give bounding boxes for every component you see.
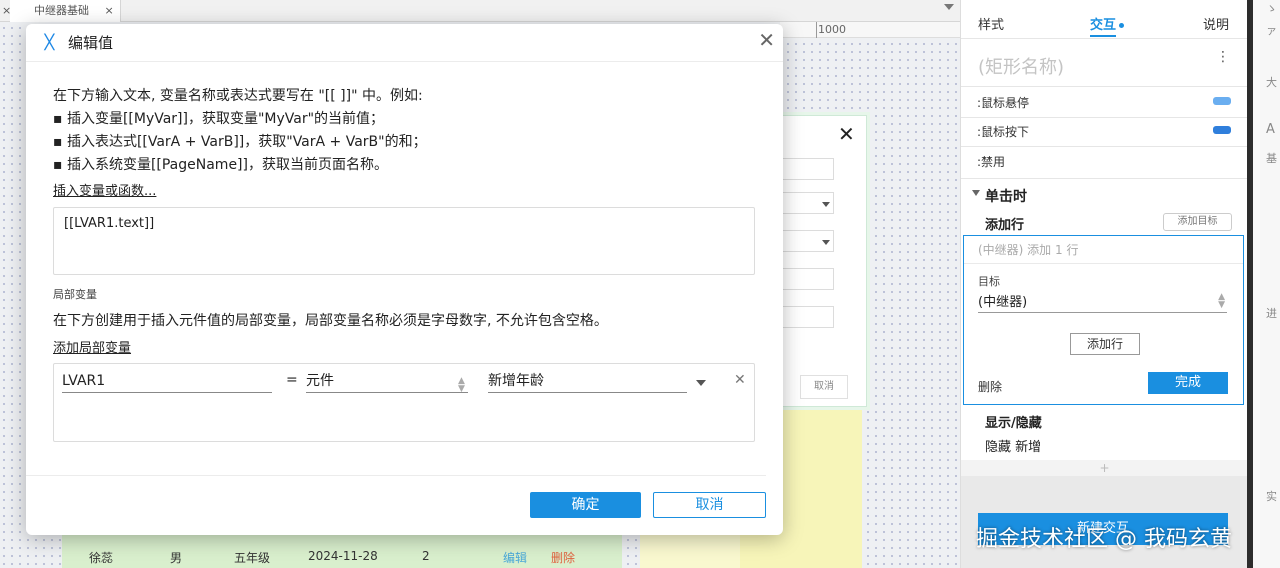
divider xyxy=(26,475,766,476)
action-show-hide[interactable]: 显示/隐藏 xyxy=(985,412,1042,431)
row-edit-link: 编辑 xyxy=(503,551,528,565)
inspector-panel: 样式 交互 说明 (矩形名称) ⋮ :鼠标悬停 :鼠标按下 :禁用 单击时 添加… xyxy=(960,0,1248,568)
var-type-select[interactable]: 元件 ▲ ▼ xyxy=(306,371,468,394)
insert-variable-link[interactable]: 插入变量或函数... xyxy=(53,180,156,199)
value-textarea[interactable]: [[LVAR1.text]] xyxy=(53,207,755,275)
horizontal-ruler: 1000 xyxy=(780,22,960,38)
add-target-button[interactable]: 添加目标 xyxy=(1163,213,1232,231)
add-row-button[interactable]: 添加行 xyxy=(1070,333,1140,355)
watermark: 掘金技术社区 @ 我码玄黄 xyxy=(976,527,1232,552)
ok-button[interactable]: 确定 xyxy=(530,492,641,518)
tab-overflow-chevron-icon[interactable] xyxy=(944,4,954,10)
row-date: 2024-11-28 xyxy=(308,549,378,563)
divider xyxy=(961,178,1248,179)
divider xyxy=(961,38,1248,39)
tab-interactions[interactable]: 交互 xyxy=(1090,14,1125,33)
more-options-icon[interactable]: ⋮ xyxy=(1216,50,1230,64)
state-hover-swatch xyxy=(1213,97,1231,105)
divider xyxy=(961,86,1248,87)
remove-variable-icon[interactable]: ✕ xyxy=(734,372,746,388)
divider xyxy=(961,146,1248,147)
var-target-value: 新增年龄 xyxy=(488,373,544,389)
local-vars-table: LVAR1 = 元件 ▲ ▼ 新增年龄 ✕ xyxy=(53,363,755,442)
far-right-glyph: 基 xyxy=(1266,152,1277,165)
tab-close-icon[interactable]: × xyxy=(105,4,114,17)
target-value: (中继器) xyxy=(978,295,1028,310)
equals-sign: = xyxy=(286,372,298,388)
instruction-line: ▪ 插入系统变量[[PageName]]，获取当前页面名称。 xyxy=(53,157,388,173)
active-tab-indicator xyxy=(1090,35,1116,37)
far-right-glyph: 实 xyxy=(1266,490,1277,503)
far-right-glyph: ゝ xyxy=(1266,2,1277,15)
app-logo-icon: ᚷ xyxy=(44,32,55,53)
far-right-glyph: ァ xyxy=(1266,24,1277,37)
tab-notes[interactable]: 说明 xyxy=(1203,14,1229,33)
row-grade: 五年级 xyxy=(234,551,271,565)
chevron-down-icon xyxy=(822,202,830,207)
delete-action-link[interactable]: 删除 xyxy=(978,378,1002,395)
canvas-field xyxy=(782,268,834,290)
target-select[interactable]: (中继器) ▲ ▼ xyxy=(978,291,1227,313)
ruler-mark: 1000 xyxy=(818,23,846,36)
far-right-glyph: 进 xyxy=(1266,307,1277,320)
instructions: 在下方输入文本, 变量名称或表达式要写在 "[[ ]]" 中。例如: ▪ 插入变… xyxy=(53,85,427,177)
tab-label: 中继器基础 xyxy=(34,4,89,17)
stepper-icon: ▲ ▼ xyxy=(1218,292,1225,310)
action-show-hide-detail: 隐藏 新增 xyxy=(985,440,1042,455)
local-vars-label: 局部变量 xyxy=(53,288,97,301)
action-editor: (中继器) 添加 1 行 目标 (中继器) ▲ ▼ 添加行 删除 完成 xyxy=(963,235,1244,405)
instruction-line: ▪ 插入表达式[[VarA + VarB]]，获取"VarA + VarB"的和… xyxy=(53,134,427,150)
add-action-bar[interactable]: + xyxy=(961,460,1248,476)
dialog-title: 编辑值 xyxy=(68,34,114,52)
canvas-field xyxy=(782,158,834,180)
divider xyxy=(26,61,783,62)
stepper-icon: ▲ ▼ xyxy=(458,376,465,394)
far-right-glyph: 大 xyxy=(1266,76,1277,89)
state-pressed-swatch xyxy=(1213,126,1231,134)
state-hover[interactable]: :鼠标悬停 xyxy=(977,94,1029,111)
action-add-rows[interactable]: 添加行 xyxy=(985,214,1024,233)
row-gender: 男 xyxy=(170,551,183,565)
var-target-select[interactable]: 新增年龄 xyxy=(488,371,687,393)
event-onclick[interactable]: 单击时 xyxy=(985,186,1027,206)
shape-name-field[interactable]: (矩形名称) xyxy=(978,53,1064,79)
edit-value-dialog: ᚷ 编辑值 ✕ 在下方输入文本, 变量名称或表达式要写在 "[[ ]]" 中。例… xyxy=(26,24,783,535)
canvas-cancel-button: 取消 xyxy=(800,375,848,399)
tab-interactions-label: 交互 xyxy=(1090,18,1117,33)
document-tab-bar: × 中继器基础 × xyxy=(0,0,960,22)
tab-repeater-basics[interactable]: 中继器基础 × xyxy=(10,0,121,22)
canvas-close-icon: ✕ xyxy=(838,122,855,146)
done-button[interactable]: 完成 xyxy=(1148,372,1228,394)
row-delete-link: 删除 xyxy=(551,551,576,565)
instruction-line: 在下方输入文本, 变量名称或表达式要写在 "[[ ]]" 中。例如: xyxy=(53,88,423,104)
close-icon[interactable]: ✕ xyxy=(758,28,775,52)
divider xyxy=(964,263,1243,264)
active-dot-icon xyxy=(1119,23,1125,28)
add-local-variable-link[interactable]: 添加局部变量 xyxy=(53,337,131,356)
divider xyxy=(961,117,1248,118)
far-right-glyph: A xyxy=(1266,122,1275,137)
chevron-down-icon xyxy=(822,240,830,245)
row-count: 2 xyxy=(422,549,430,563)
action-summary: (中继器) 添加 1 行 xyxy=(978,243,1079,257)
instruction-line: ▪ 插入变量[[MyVar]]，获取变量"MyVar"的当前值； xyxy=(53,111,385,127)
state-pressed[interactable]: :鼠标按下 xyxy=(977,123,1029,140)
cancel-button[interactable]: 取消 xyxy=(653,492,766,518)
chevron-down-icon[interactable] xyxy=(696,380,706,386)
state-disabled[interactable]: :禁用 xyxy=(977,153,1005,170)
ruler-tick xyxy=(816,22,817,38)
local-vars-description: 在下方创建用于插入元件值的局部变量，局部变量名称必须是字母数字, 不允许包含空格… xyxy=(53,313,608,329)
tab-style[interactable]: 样式 xyxy=(978,14,1004,33)
collapse-chevron-icon[interactable] xyxy=(972,190,980,196)
var-type-value: 元件 xyxy=(306,373,334,389)
row-name: 徐蕊 xyxy=(89,551,114,565)
target-label: 目标 xyxy=(978,275,1000,288)
canvas-field xyxy=(782,306,834,328)
var-name-input[interactable]: LVAR1 xyxy=(62,371,272,393)
